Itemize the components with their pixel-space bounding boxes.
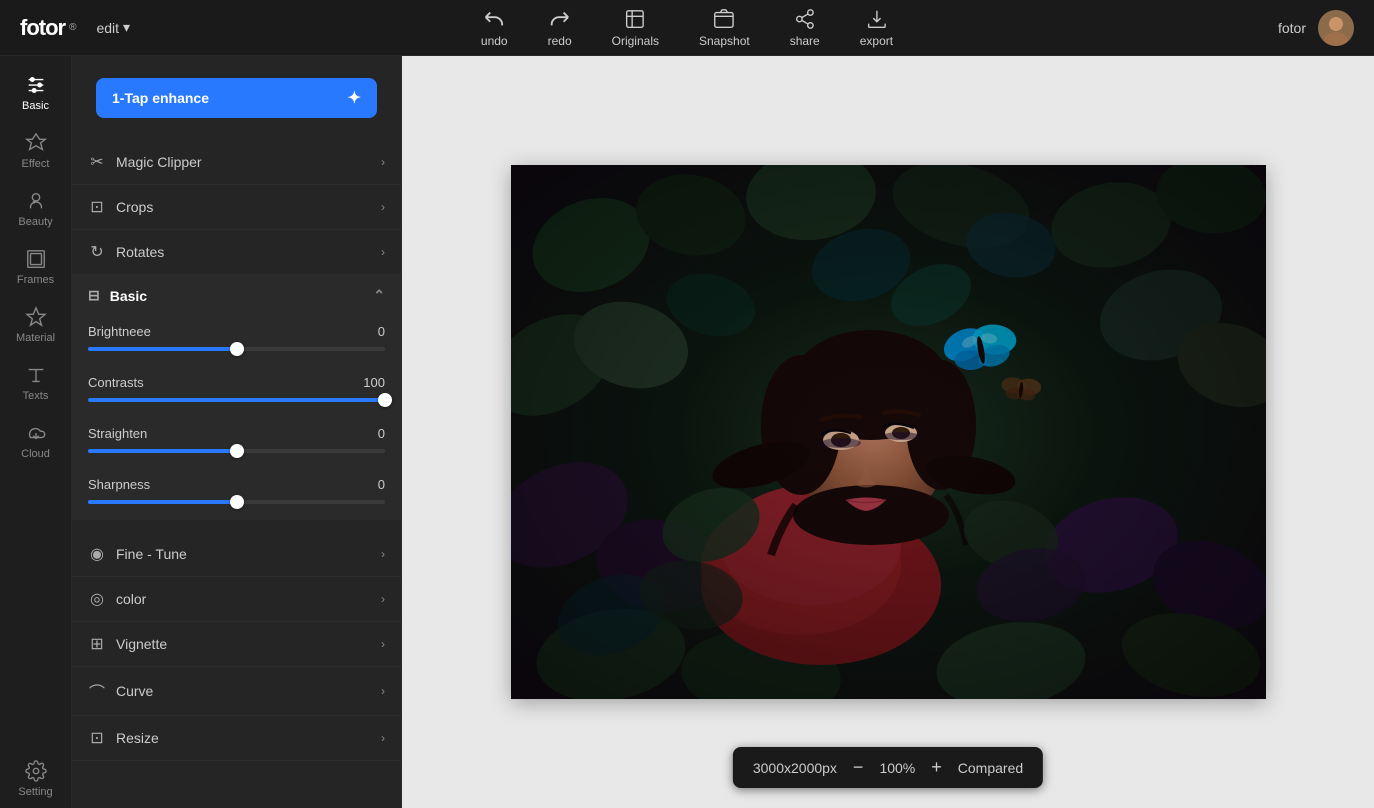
- sidebar-item-effect[interactable]: Effect: [0, 122, 71, 180]
- zoom-level: 100%: [879, 760, 915, 776]
- fine-tune-icon: ◉: [88, 544, 106, 564]
- resize-row[interactable]: ⊡ Resize ›: [72, 716, 401, 761]
- rotates-row[interactable]: ↻ Rotates ›: [72, 230, 401, 275]
- sidebar-item-beauty[interactable]: Beauty: [0, 180, 71, 238]
- sidebar-item-material[interactable]: Material: [0, 296, 71, 354]
- magic-clipper-row[interactable]: ✂ Magic Clipper ›: [72, 140, 401, 185]
- edit-button[interactable]: edit ▾: [96, 19, 130, 36]
- chevron-up-icon: ⌃: [373, 287, 385, 304]
- chevron-down-icon: ›: [381, 200, 385, 214]
- basic-section: ⊟ Basic ⌃ Brightneee 0: [72, 275, 401, 520]
- logo-sup: ®: [69, 22, 76, 33]
- fine-tune-row[interactable]: ◉ Fine - Tune ›: [72, 532, 401, 577]
- main: Basic Effect Beauty Frames Material Text…: [0, 56, 1374, 808]
- color-row[interactable]: ◎ color ›: [72, 577, 401, 622]
- curve-row[interactable]: ⌒ Curve ›: [72, 667, 401, 716]
- zoom-out-button[interactable]: −: [853, 757, 864, 778]
- vignette-icon: ⊞: [88, 634, 106, 654]
- sidebar-icons: Basic Effect Beauty Frames Material Text…: [0, 56, 72, 808]
- sidebar-item-frames[interactable]: Frames: [0, 238, 71, 296]
- chevron-down-icon: ›: [381, 731, 385, 745]
- sliders-icon: ⊟: [88, 287, 100, 304]
- header-right: fotor: [1278, 10, 1354, 46]
- undo-button[interactable]: undo: [481, 8, 508, 48]
- curve-icon: ⌒: [88, 679, 106, 703]
- vignette-row[interactable]: ⊞ Vignette ›: [72, 622, 401, 667]
- bottom-bar: 3000x2000px − 100% + Compared: [733, 747, 1043, 788]
- resize-icon: ⊡: [88, 728, 106, 748]
- dimensions-label: 3000x2000px: [753, 760, 837, 776]
- snapshot-button[interactable]: Snapshot: [699, 8, 750, 48]
- tools-panel: 1-Tap enhance ✦ ✂ Magic Clipper › ⊡ Crop…: [72, 56, 402, 808]
- redo-button[interactable]: redo: [548, 8, 572, 48]
- username: fotor: [1278, 20, 1306, 36]
- compared-button[interactable]: Compared: [958, 760, 1023, 776]
- crop-icon: ⊡: [88, 197, 106, 217]
- zoom-in-button[interactable]: +: [931, 757, 942, 778]
- chevron-down-icon: ›: [381, 245, 385, 259]
- brightness-group: Brightneee 0: [72, 316, 401, 367]
- export-button[interactable]: export: [860, 8, 893, 48]
- chevron-down-icon: ›: [381, 684, 385, 698]
- logo-text: fotor: [20, 15, 65, 41]
- photo-image: [511, 165, 1266, 699]
- sharpness-group: Sharpness 0: [72, 469, 401, 520]
- wand-icon: ✦: [348, 88, 361, 108]
- sidebar-item-texts[interactable]: Texts: [0, 354, 71, 412]
- header-center: undo redo Originals Snapshot share expor…: [481, 8, 893, 48]
- header-left: fotor ® edit ▾: [20, 15, 130, 41]
- chevron-down-icon: ›: [381, 592, 385, 606]
- contrasts-group: Contrasts 100: [72, 367, 401, 418]
- magic-clipper-icon: ✂: [88, 152, 106, 172]
- chevron-down-icon: ›: [381, 637, 385, 651]
- header: fotor ® edit ▾ undo redo Originals Snapsh…: [0, 0, 1374, 56]
- rotate-icon: ↻: [88, 242, 106, 262]
- straighten-group: Straighten 0: [72, 418, 401, 469]
- sidebar-item-setting[interactable]: Setting: [0, 750, 71, 808]
- basic-header[interactable]: ⊟ Basic ⌃: [72, 275, 401, 316]
- logo: fotor ®: [20, 15, 76, 41]
- color-icon: ◎: [88, 589, 106, 609]
- canvas-area: 3000x2000px − 100% + Compared: [402, 56, 1374, 808]
- chevron-down-icon: ›: [381, 155, 385, 169]
- crops-row[interactable]: ⊡ Crops ›: [72, 185, 401, 230]
- chevron-down-icon: ›: [381, 547, 385, 561]
- enhance-button[interactable]: 1-Tap enhance ✦: [96, 78, 377, 118]
- sidebar-item-basic[interactable]: Basic: [0, 64, 71, 122]
- photo-canvas: [511, 165, 1266, 699]
- originals-button[interactable]: Originals: [612, 8, 659, 48]
- sidebar-item-cloud[interactable]: Cloud: [0, 412, 71, 470]
- avatar: [1318, 10, 1354, 46]
- share-button[interactable]: share: [790, 8, 820, 48]
